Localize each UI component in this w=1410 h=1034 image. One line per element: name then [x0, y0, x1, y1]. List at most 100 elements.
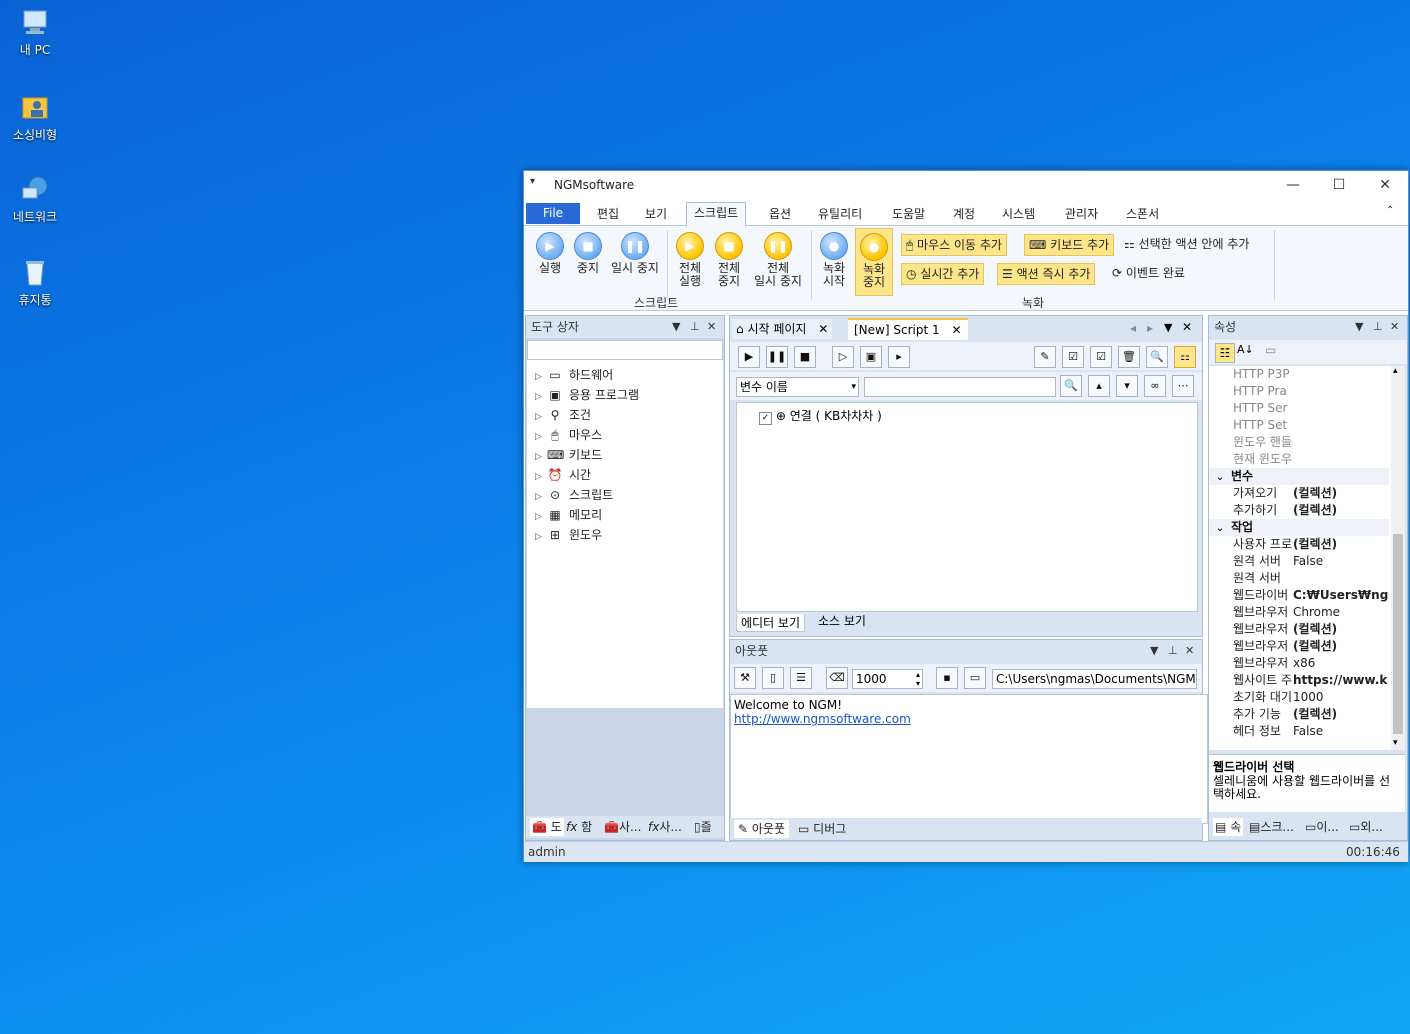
search-button[interactable]: 🔍 [1146, 346, 1168, 368]
tab-images[interactable]: ▭이... [1305, 818, 1339, 836]
dropdown-icon[interactable]: ▼ [1150, 640, 1158, 662]
prop-row[interactable]: 원격 서버 False [1233, 553, 1389, 570]
search-button[interactable]: 🔍 [1060, 375, 1082, 397]
tab-output[interactable]: ✎ 아웃풋 [734, 820, 790, 838]
pin-icon[interactable]: ⊥ [690, 316, 700, 338]
variable-select[interactable]: 변수 이름 ▾ [736, 377, 859, 397]
max-lines-stepper[interactable]: 1000 ▴ ▾ [852, 669, 923, 689]
desktop-icon-user[interactable]: 소싱비형 [0, 90, 70, 143]
pin-icon[interactable]: ⊥ [1168, 640, 1178, 662]
desktop-icon-network[interactable]: 네트워크 [0, 172, 70, 225]
pause-all-button[interactable]: ❚❚ 전체 일시 중지 [750, 232, 806, 288]
tree-item-keyboard[interactable]: ▷ ⌨ 키보드 [535, 446, 602, 464]
save-button[interactable]: ▪ [936, 667, 958, 689]
scroll-down-icon[interactable]: ▾ [1393, 738, 1398, 748]
menu-script[interactable]: 스크립트 [686, 202, 747, 226]
new-log-button[interactable]: ▯ [762, 667, 784, 689]
close-button[interactable]: ✕ [1362, 171, 1408, 199]
prop-row[interactable]: 웹사이트 주https://www.k [1233, 672, 1389, 689]
scroll-right-icon[interactable]: ▸ [1147, 321, 1153, 335]
menu-system[interactable]: 시스템 [1002, 205, 1035, 222]
menu-file[interactable]: File [526, 203, 580, 224]
tree-item-script[interactable]: ▷ ⊙ 스크립트 [535, 486, 613, 504]
tab-user2[interactable]: fx사... [648, 818, 682, 836]
close-icon[interactable]: ✕ [951, 323, 961, 337]
prop-row[interactable]: 웹브라우저 x86 [1233, 655, 1389, 672]
tree-view-button[interactable]: ⚏ [1174, 346, 1196, 368]
tree-item-application[interactable]: ▷ ▣ 응용 프로그램 [535, 386, 639, 404]
pause-button[interactable]: ❚❚ [766, 346, 788, 368]
stop-button[interactable]: ■ [794, 346, 816, 368]
run-from-button[interactable]: ▷ [832, 346, 854, 368]
clear-wand-button[interactable]: ⚒ [734, 667, 756, 689]
erase-button[interactable]: ⌫ [826, 667, 848, 689]
close-icon[interactable]: ✕ [1185, 640, 1194, 662]
tab-start-page[interactable]: ⌂ 시작 페이지 ✕ [732, 319, 833, 339]
tree-item-mouse[interactable]: ▷ 🖱 마우스 [535, 426, 602, 444]
tree-item-time[interactable]: ▷ ⏰ 시간 [535, 466, 591, 484]
prop-row[interactable]: 추가하기 (컬렉션) [1233, 502, 1389, 519]
add-keyboard-button[interactable]: ⌨ 키보드 추가 [1024, 234, 1115, 256]
prop-row[interactable]: 헤더 정보 False [1233, 723, 1389, 740]
menu-options[interactable]: 옵션 [769, 205, 791, 222]
tab-properties[interactable]: ▤ 속 [1213, 818, 1244, 836]
tree-item-window[interactable]: ▷ ⊞ 윈도우 [535, 526, 602, 544]
sort-az-icon[interactable]: A↓ [1237, 343, 1254, 356]
close-icon[interactable]: ✕ [1390, 316, 1399, 338]
desktop-icon-recycle[interactable]: 휴지통 [0, 255, 70, 308]
prop-row[interactable]: 웹브라우저 (컬렉션) [1233, 638, 1389, 655]
property-pages-icon[interactable]: ▭ [1265, 343, 1276, 357]
tab-source-view[interactable]: 소스 보기 [814, 612, 870, 629]
pause-button[interactable]: ❚❚ 일시 중지 [608, 232, 662, 275]
run-selected-button[interactable]: ▸ [888, 346, 910, 368]
prop-row[interactable]: HTTP Set [1233, 417, 1389, 434]
tab-script-list[interactable]: ▤스크... [1249, 818, 1294, 836]
prop-row[interactable]: 초기화 대기1000 [1233, 689, 1389, 706]
more-button[interactable]: ⋯ [1172, 375, 1194, 397]
menu-view[interactable]: 보기 [645, 205, 667, 222]
tab-debug[interactable]: ▭ 디버그 [798, 820, 846, 838]
add-realtime-button[interactable]: ◷ 실시간 추가 [901, 263, 985, 285]
run-button[interactable]: ▶ [738, 346, 760, 368]
record-start-button[interactable]: ● 녹화 시작 [816, 232, 852, 288]
tab-external[interactable]: ▭외... [1349, 818, 1383, 836]
prop-row[interactable]: 웹드라이버C:₩Users₩ngm [1233, 587, 1389, 604]
tab-script-1[interactable]: [New] Script 1 ✕ [848, 318, 968, 340]
tab-user1[interactable]: 🧰사... [604, 818, 641, 836]
run-button[interactable]: ▶ 실행 [532, 232, 568, 275]
move-up-button[interactable]: ▴ [1088, 375, 1110, 397]
stop-all-button[interactable]: ■ 전체 중지 [711, 232, 747, 288]
log-link[interactable]: http://www.ngmsoftware.com [734, 712, 1204, 726]
script-node-connect[interactable]: ✓ ⊕ 연결 ( KB차차차 ) [759, 407, 882, 425]
close-icon[interactable]: ✕ [818, 322, 828, 336]
scroll-left-icon[interactable]: ◂ [1130, 321, 1136, 335]
tab-favorites[interactable]: ▯즐 [694, 818, 712, 836]
run-all-button[interactable]: ▶ 전체 실행 [672, 232, 708, 288]
close-icon[interactable]: ✕ [1182, 320, 1192, 334]
prop-row[interactable]: 현재 윈도우 [1233, 451, 1389, 468]
toolbox-search-input[interactable] [527, 340, 723, 360]
prop-row[interactable]: 사용자 프로(컬렉션) [1233, 536, 1389, 553]
edit-button[interactable]: ✎ [1034, 346, 1056, 368]
scroll-up-icon[interactable]: ▴ [1393, 366, 1398, 376]
add-mouse-move-button[interactable]: 🖱 마우스 이동 추가 [901, 234, 1007, 256]
ribbon-collapse-icon[interactable]: ⌃ [1386, 205, 1394, 216]
tree-item-memory[interactable]: ▷ ▦ 메모리 [535, 506, 602, 524]
menu-sponsor[interactable]: 스폰서 [1126, 205, 1159, 222]
menu-account[interactable]: 계정 [953, 205, 975, 222]
scrollbar-thumb[interactable] [1393, 534, 1403, 734]
prop-row[interactable]: HTTP Ser [1233, 400, 1389, 417]
check-outline-button[interactable]: ☑ [1090, 346, 1112, 368]
menu-admin[interactable]: 관리자 [1065, 205, 1098, 222]
loop-button[interactable]: ∞ [1144, 375, 1166, 397]
prop-row[interactable]: 가져오기 (컬렉션) [1233, 485, 1389, 502]
tab-toolbox[interactable]: 🧰 도 [530, 818, 564, 836]
tab-functions[interactable]: fx 함 [566, 818, 592, 836]
checkbox-icon[interactable]: ✓ [759, 412, 772, 425]
prop-row[interactable]: 웹브라우저 (컬렉션) [1233, 621, 1389, 638]
menu-utility[interactable]: 유틸리티 [818, 205, 862, 222]
lines-button[interactable]: ☰ [790, 667, 812, 689]
prop-row[interactable]: 추가 기능 (컬렉션) [1233, 706, 1389, 723]
prop-row[interactable]: HTTP Pra [1233, 383, 1389, 400]
prop-category-work[interactable]: ⌄ 작업 [1209, 519, 1389, 536]
